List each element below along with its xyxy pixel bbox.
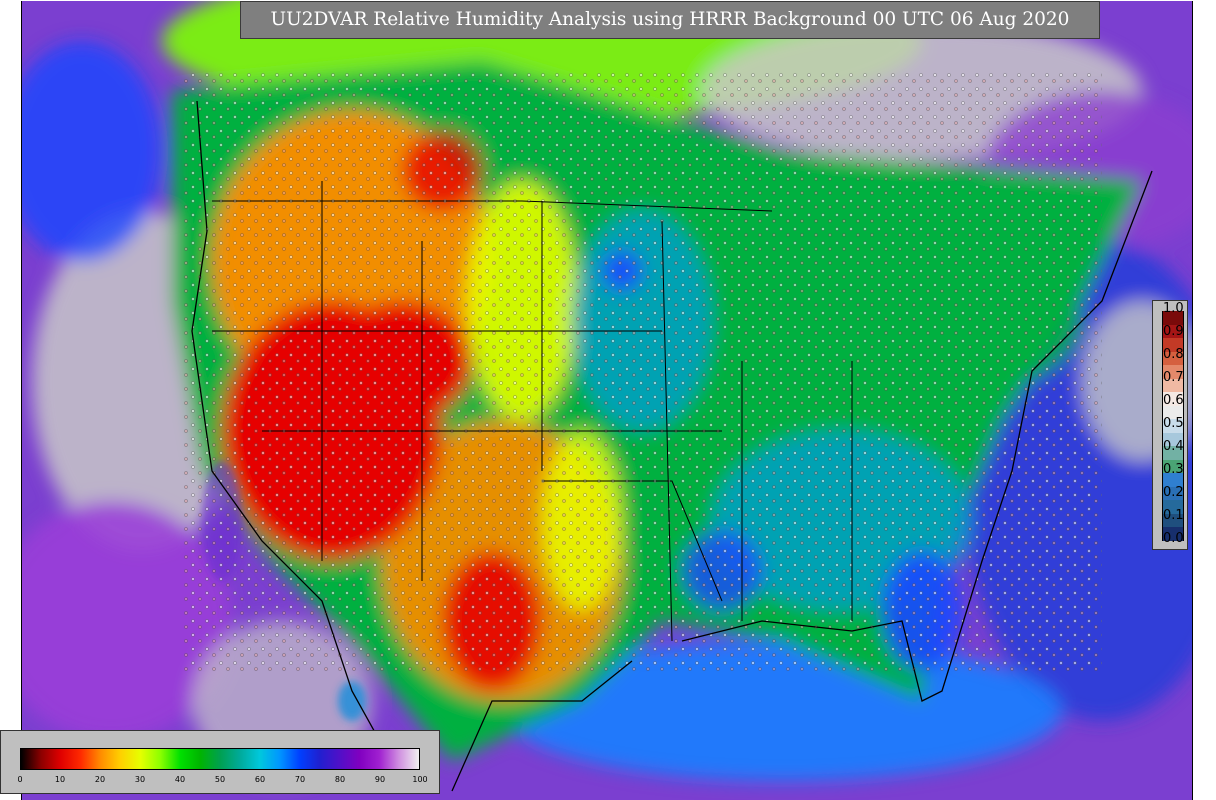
map-title: UU2DVAR Relative Humidity Analysis using… (240, 1, 1100, 39)
colorbar-tick-label: 10 (54, 775, 66, 784)
colorbar-tick-label: 90 (374, 775, 386, 784)
colorbar-tick-label: 40 (174, 775, 186, 784)
colorbar-tick-label: 0 (17, 775, 23, 784)
scale-label: 0.5 (1163, 416, 1184, 431)
scale-label: 0.8 (1163, 347, 1184, 362)
colorbar-tick-label: 70 (294, 775, 306, 784)
scale-label: 0.1 (1163, 508, 1184, 523)
rh-colorbar (20, 748, 420, 770)
scale-label: 0.9 (1163, 324, 1184, 339)
colorbar-tick-label: 60 (254, 775, 266, 784)
rh-analysis-map (21, 1, 1193, 800)
colorbar-tick-label: 30 (134, 775, 146, 784)
colorbar-tick-label: 50 (214, 775, 226, 784)
scale-label: 0.4 (1163, 439, 1184, 454)
colorbar-tick-label: 20 (94, 775, 106, 784)
observation-markers (182, 71, 1102, 671)
scale-label: 0.6 (1163, 393, 1184, 408)
scale-label: 0.3 (1163, 462, 1184, 477)
colorbar-tick-label: 80 (334, 775, 346, 784)
scale-label: 0.2 (1163, 485, 1184, 500)
map-canvas (22, 1, 1192, 800)
scale-label: 0.0 (1163, 531, 1184, 546)
scale-label: 1.0 (1163, 301, 1184, 316)
scale-label: 0.7 (1163, 370, 1184, 385)
colorbar-tick-label: 100 (412, 775, 428, 784)
